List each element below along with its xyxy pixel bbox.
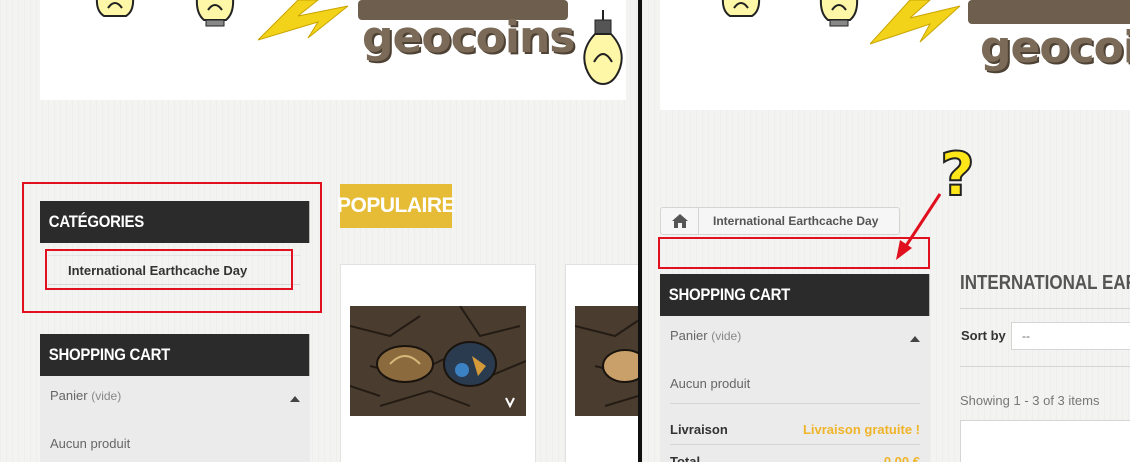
logo-text: geocoins (362, 12, 575, 63)
product-list-box (960, 420, 1130, 462)
cart-divider (670, 403, 920, 404)
livraison-label: Livraison (670, 422, 728, 437)
sort-by-select[interactable]: -- (1011, 322, 1130, 350)
panier-text: Panier (50, 388, 88, 403)
panier-text: Panier (670, 328, 708, 343)
product-image[interactable] (575, 306, 638, 416)
product-image[interactable] (350, 306, 526, 416)
lightning-bolt-icon (258, 0, 349, 41)
header-banner: geocoins (40, 0, 626, 100)
shopping-cart-body: Panier (vide) Aucun produit Livraison Li… (660, 316, 930, 462)
home-icon (671, 214, 688, 228)
cart-empty-text: Aucun produit (50, 436, 131, 451)
panier-state: (vide) (91, 389, 122, 403)
logo-letters-block (968, 0, 1130, 24)
lightbulb-icon (721, 0, 761, 17)
product-card[interactable] (340, 264, 536, 462)
shopping-cart-title: SHOPPING CART (40, 334, 310, 376)
annotation-question-mark: ? (939, 139, 976, 211)
collapse-caret-icon[interactable] (290, 396, 300, 402)
product-card[interactable] (565, 264, 638, 462)
lightbulb-icon (583, 10, 623, 86)
total-label: Total (670, 454, 701, 462)
sort-by-label: Sort by (961, 328, 1006, 343)
right-screenshot: geocoins ? International Earthcache Day … (642, 0, 1130, 462)
sort-divider (960, 366, 1130, 367)
annotation-box-categories (22, 182, 322, 313)
cart-divider (670, 444, 920, 445)
annotation-box-category-item (45, 249, 293, 290)
cracked-earth-image (350, 306, 526, 416)
cart-empty-text: Aucun produit (670, 376, 751, 391)
showing-items-text: Showing 1 - 3 of 3 items (960, 393, 1100, 408)
collapse-caret-icon[interactable] (910, 336, 920, 342)
breadcrumb-current: International Earthcache Day (713, 214, 879, 228)
heading-divider (960, 308, 1130, 309)
breadcrumb-home[interactable] (661, 208, 699, 234)
cart-panier-label: Panier (vide) (670, 328, 741, 343)
lightbulb-icon (95, 0, 135, 17)
annotation-box-missing-categories (658, 237, 930, 269)
total-value: 0,00 € (883, 454, 920, 462)
lightbulb-icon (195, 0, 235, 27)
left-screenshot: geocoins CATÉGORIES International Earthc… (0, 0, 638, 462)
livraison-value: Livraison gratuite ! (802, 422, 920, 437)
logo-text: geocoins (980, 22, 1130, 73)
lightbulb-icon (819, 0, 859, 27)
cracked-earth-image (575, 306, 638, 416)
lightning-bolt-icon (870, 0, 961, 45)
header-banner: geocoins (660, 0, 1130, 110)
tab-populaire[interactable]: POPULAIRE (337, 184, 456, 228)
breadcrumb: International Earthcache Day (660, 207, 900, 235)
panier-state: (vide) (711, 329, 742, 343)
shopping-cart-body: Panier (vide) Aucun produit (40, 376, 310, 462)
cart-panier-label: Panier (vide) (50, 388, 121, 403)
shopping-cart-title: SHOPPING CART (660, 274, 930, 316)
category-heading: INTERNATIONAL EARTH (960, 272, 1130, 294)
